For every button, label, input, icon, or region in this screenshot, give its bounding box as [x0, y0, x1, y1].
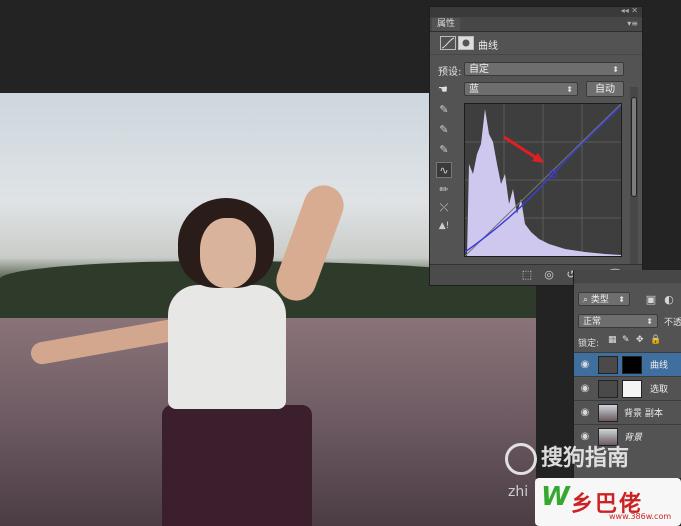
black-point-eyedropper-icon[interactable]: ✎ [436, 102, 452, 118]
layer-row-selective-color[interactable]: ◉ 选取 [574, 376, 681, 401]
layers-tab-row [574, 270, 681, 283]
girl-skirt [162, 405, 312, 526]
adjustment-layer-icon [598, 380, 618, 398]
visibility-eye-icon[interactable]: ◉ [578, 383, 592, 395]
layer-name: 曲线 [650, 361, 669, 371]
auto-button[interactable]: 自动 [586, 81, 624, 97]
blend-mode-select[interactable]: 正常 ⬍ [578, 314, 658, 328]
layer-name: 选取 [650, 385, 669, 395]
layer-row-curves[interactable]: ◉ 曲线 [574, 352, 681, 377]
curves-adjustment-icon [440, 36, 456, 50]
opacity-label: 不透 [664, 318, 681, 328]
layer-thumbnail [598, 404, 618, 422]
blend-mode-value: 正常 [583, 317, 602, 327]
layer-mask-thumbnail[interactable] [622, 356, 642, 374]
view-previous-icon[interactable]: ◎ [542, 268, 556, 282]
lock-all-icon[interactable]: 🔒 [650, 335, 661, 345]
curves-graph-svg [465, 104, 621, 256]
select-arrows-icon: ⬍ [566, 85, 573, 94]
channel-value: 蓝 [469, 84, 479, 95]
pixel-filter-icon[interactable]: ▣ [644, 293, 658, 307]
smooth-icon[interactable]: ⤫ [436, 200, 452, 216]
curves-graph[interactable] [464, 103, 622, 257]
adjustment-title: 曲线 [478, 41, 498, 52]
filter-search-icon: ⌕ [583, 295, 591, 305]
mask-icon[interactable] [458, 36, 474, 50]
panel-tab-row: 属性 ▾≡ [430, 17, 642, 32]
channel-hand-icon[interactable]: ☚ [438, 83, 448, 96]
layer-filter-row: ⌕ 类型 ⬍ ▣ ◐ [574, 290, 681, 308]
clipping-warning-icon[interactable]: ▲! [436, 218, 452, 234]
girl-face [200, 218, 256, 288]
logo-url: www.386w.com [609, 512, 672, 521]
filter-kind-value: 类型 [590, 295, 609, 305]
select-arrows-icon: ⬍ [646, 317, 653, 326]
photoshop-workspace: ◂◂ ✕ 属性 ▾≡ 曲线 预设: 自定 ⬍ ☚ 蓝 ⬍ 自动 ✎ ✎ ✎ ∿ … [0, 0, 681, 526]
site-logo: W 乡巴佬 www.386w.com [535, 478, 681, 526]
preset-value: 自定 [469, 64, 489, 75]
preset-select[interactable]: 自定 ⬍ [464, 62, 624, 76]
white-point-eyedropper-icon[interactable]: ✎ [436, 142, 452, 158]
layer-row-background-copy[interactable]: ◉ 背景 副本 [574, 400, 681, 425]
edit-points-curve-icon[interactable]: ∿ [436, 162, 452, 178]
pencil-icon[interactable]: ✏ [436, 182, 452, 198]
logo-mark-icon: W [541, 482, 570, 512]
scrollbar-thumb[interactable] [631, 97, 637, 197]
layer-mask-thumbnail[interactable] [622, 380, 642, 398]
lock-transparency-icon[interactable]: ▦ [608, 335, 617, 345]
gray-point-eyedropper-icon[interactable]: ✎ [436, 122, 452, 138]
preset-label: 预设: [438, 67, 462, 78]
sogou-s-icon [505, 443, 537, 475]
lock-label: 锁定: [578, 339, 600, 349]
properties-panel: ◂◂ ✕ 属性 ▾≡ 曲线 预设: 自定 ⬍ ☚ 蓝 ⬍ 自动 ✎ ✎ ✎ ∿ … [429, 6, 643, 286]
panel-scrollbar[interactable] [630, 87, 638, 267]
watermark-prefix: zhi [508, 484, 529, 500]
panel-top-bar: ◂◂ ✕ [430, 6, 642, 17]
lock-row: 锁定: ▦ ✎ ✥ 🔒 [574, 334, 681, 350]
channel-select[interactable]: 蓝 ⬍ [464, 82, 578, 96]
adjustment-title-row: 曲线 [430, 32, 642, 55]
layer-filter-select[interactable]: ⌕ 类型 ⬍ [578, 292, 630, 306]
sogou-watermark: 搜狗指南 [505, 440, 629, 475]
lock-pixels-icon[interactable]: ✎ [622, 335, 630, 345]
adjustment-layer-icon [598, 356, 618, 374]
collapse-icon[interactable]: ◂◂ ✕ [621, 6, 638, 15]
select-arrows-icon: ⬍ [612, 65, 619, 74]
lock-position-icon[interactable]: ✥ [636, 335, 644, 345]
layer-name: 背景 副本 [624, 409, 663, 419]
panel-menu-icon[interactable]: ▾≡ [627, 19, 638, 28]
select-arrows-icon: ⬍ [618, 295, 625, 304]
clip-to-layer-icon[interactable]: ⬚ [520, 268, 534, 282]
red-annotation-arrow [503, 135, 544, 163]
watermark-brand: 搜狗指南 [541, 446, 630, 471]
visibility-eye-icon[interactable]: ◉ [578, 359, 592, 371]
adjustment-filter-icon[interactable]: ◐ [662, 293, 676, 307]
blend-row: 正常 ⬍ 不透 [574, 312, 681, 330]
tab-properties[interactable]: 属性 [432, 18, 461, 31]
visibility-eye-icon[interactable]: ◉ [578, 407, 592, 419]
girl-shirt [168, 285, 286, 409]
